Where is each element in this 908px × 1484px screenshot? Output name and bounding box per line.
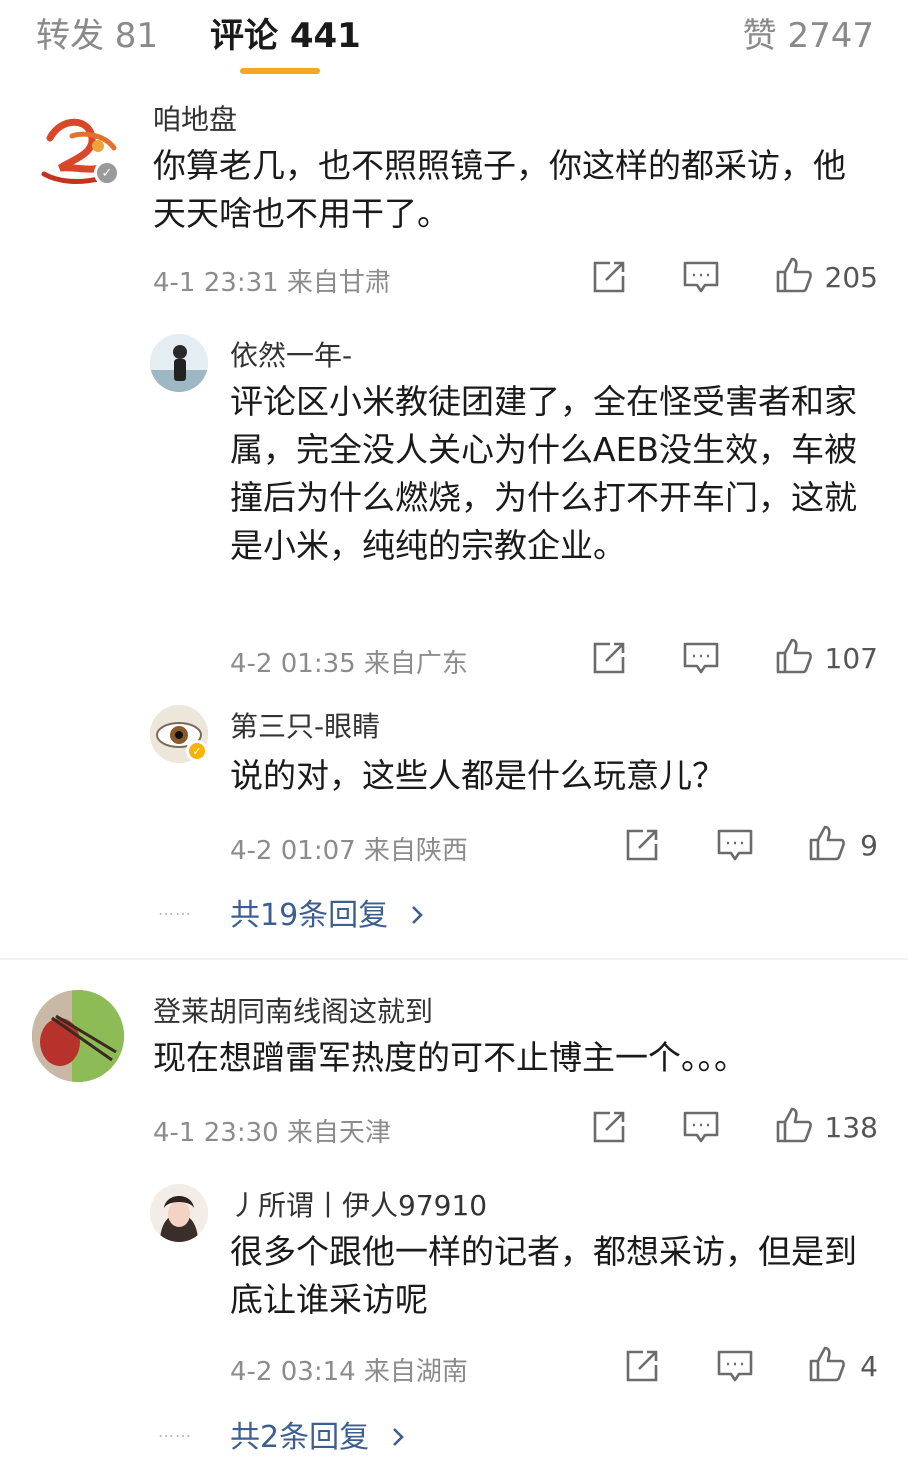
verified-badge-icon: ✓ [94,160,120,186]
more-replies-link[interactable]: 共19条回复 [230,890,426,934]
reply-username[interactable]: 第三只-眼睛 [230,705,380,745]
share-icon[interactable] [623,1347,661,1385]
comment-username[interactable]: 咱地盘 [153,98,237,138]
comment-meta: 4-1 23:31 来自甘肃 [153,268,391,298]
reply-text: 评论区小米教徒团建了，全在怪受害者和家属，完全没人关心为什么AEB没生效，车被撞… [230,382,858,565]
like-count: 9 [860,829,878,862]
thumbs-up-icon[interactable] [775,637,813,675]
reply-text: 说的对，这些人都是什么玩意儿？ [230,756,725,795]
comment-meta: 4-1 23:30 来自天津 [153,1118,391,1148]
more-replies-label: 共2条回复 [230,1420,370,1455]
like-count: 138 [824,1111,878,1144]
comment-icon[interactable] [682,258,720,296]
thumbs-up-icon[interactable] [808,824,846,862]
share-icon[interactable] [590,639,628,677]
comment-icon[interactable] [682,1108,720,1146]
divider [0,958,908,960]
comment-username[interactable]: 登莱胡同南线阁这就到 [153,990,433,1030]
comment-text: 你算老几，也不照照镜子，你这样的都采访，他天天啥也不用干了。 [153,146,846,233]
reply-thread-dots: …… [158,1422,192,1441]
tab-bar: 转发 81 评论 441 赞 2747 [0,0,908,80]
active-tab-indicator [240,68,320,74]
thumbs-up-icon[interactable] [808,1345,846,1383]
tab-comments[interactable]: 评论 441 [210,8,361,57]
comment-text: 现在想蹭雷军热度的可不止博主一个。。。 [153,1038,747,1077]
thumbs-up-icon[interactable] [775,256,813,294]
more-replies-link[interactable]: 共2条回复 [230,1412,407,1456]
share-icon[interactable] [590,258,628,296]
tab-likes[interactable]: 赞 2747 [743,8,874,57]
more-replies-label: 共19条回复 [230,898,389,933]
reply-text: 很多个跟他一样的记者，都想采访，但是到底让谁采访呢 [230,1232,857,1319]
avatar[interactable] [150,334,208,392]
chevron-right-icon [392,1428,404,1446]
reply-thread-dots: …… [158,900,192,919]
reply-meta: 4-2 03:14 来自湖南 [230,1357,468,1387]
like-count: 107 [824,642,878,675]
like-count: 4 [860,1350,878,1383]
avatar[interactable] [32,990,124,1082]
share-icon[interactable] [590,1108,628,1146]
thumbs-up-icon[interactable] [775,1106,813,1144]
reply-username[interactable]: 依然一年- [230,334,352,374]
reply-meta: 4-2 01:07 来自陕西 [230,836,468,866]
avatar[interactable] [32,108,124,200]
like-count: 205 [824,261,878,294]
reply-meta: 4-2 01:35 来自广东 [230,649,468,679]
tab-repost[interactable]: 转发 81 [36,8,158,57]
comment-icon[interactable] [716,826,754,864]
chevron-right-icon [411,906,423,924]
reply-username[interactable]: 丿所谓丨伊人97910 [230,1184,487,1224]
verified-badge-icon: ✓ [186,740,208,762]
avatar[interactable] [150,1184,208,1242]
comment-icon[interactable] [716,1347,754,1385]
comment-icon[interactable] [682,639,720,677]
share-icon[interactable] [623,826,661,864]
